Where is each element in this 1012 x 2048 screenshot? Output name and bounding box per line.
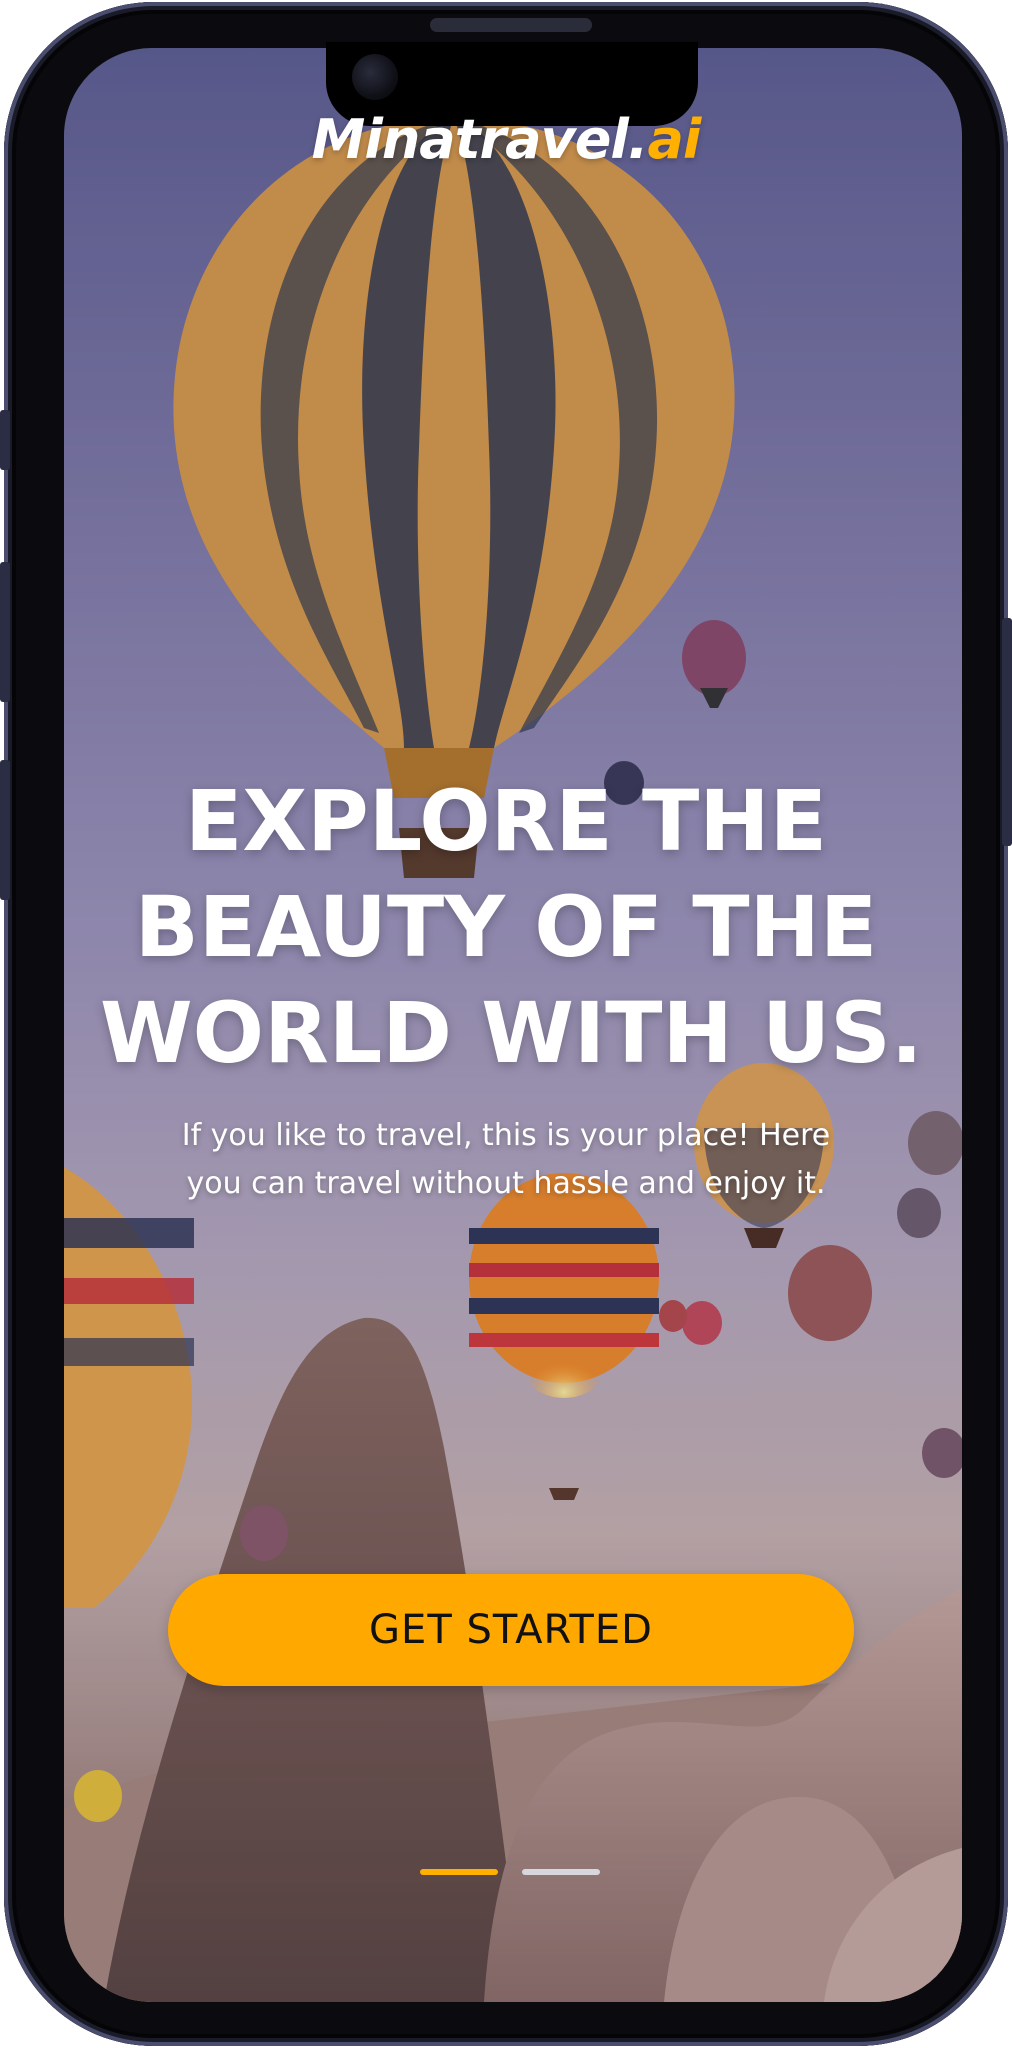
page-indicator-dot[interactable] bbox=[522, 1869, 600, 1875]
side-button-volume-up bbox=[0, 562, 10, 702]
page-indicator-dot-active[interactable] bbox=[420, 1869, 498, 1875]
hero-headline: EXPLORE THE BEAUTY OF THE WORLD WITH US. bbox=[100, 768, 923, 1086]
earpiece-speaker bbox=[430, 18, 592, 32]
get-started-button[interactable]: GET STARTED bbox=[168, 1574, 854, 1686]
hero-description-line: If you like to travel, this is your plac… bbox=[181, 1118, 831, 1153]
app-logo: Minatravel.ai bbox=[0, 108, 1012, 171]
hero-headline-line: BEAUTY OF THE bbox=[134, 878, 878, 976]
page-indicator bbox=[420, 1869, 604, 1877]
front-camera bbox=[352, 54, 398, 100]
app-logo-text: Minatravel. bbox=[311, 108, 649, 171]
side-button-silent bbox=[0, 410, 10, 470]
side-button-volume-down bbox=[0, 760, 10, 900]
hero-headline-line: EXPLORE THE bbox=[185, 772, 827, 870]
hero-description: If you like to travel, this is your plac… bbox=[150, 1112, 862, 1208]
app-logo-accent: ai bbox=[647, 108, 701, 171]
hero-description-line: you can travel without hassle and enjoy … bbox=[186, 1166, 826, 1201]
side-button-power bbox=[1002, 618, 1012, 846]
hero-headline-line: WORLD WITH US. bbox=[100, 984, 923, 1082]
